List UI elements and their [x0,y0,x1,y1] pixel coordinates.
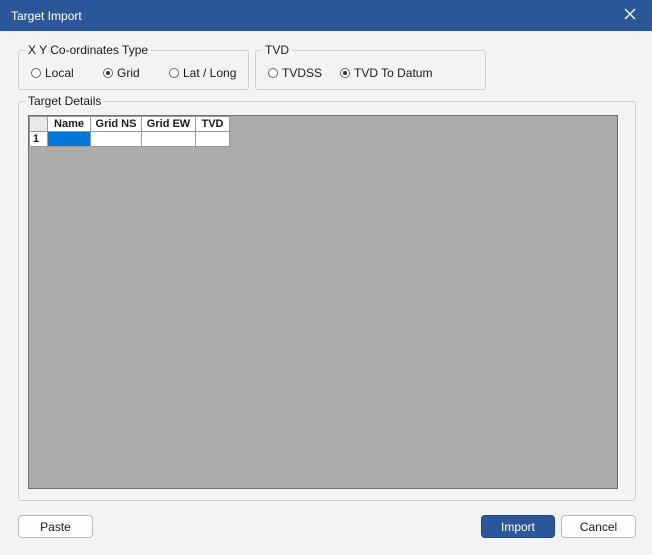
radio-local[interactable]: Local [31,66,74,80]
radio-grid[interactable]: Grid [103,66,140,80]
radio-tvdss[interactable]: TVDSS [268,66,322,80]
radio-lat-long-label: Lat / Long [183,66,237,80]
radio-tvdss-indicator [268,68,278,78]
paste-button[interactable]: Paste [18,515,93,538]
radio-tvd-to-datum-label: TVD To Datum [354,66,433,80]
radio-tvd-to-datum-indicator [340,68,350,78]
cell-grid-ns[interactable] [90,131,142,147]
row-header[interactable]: 1 [29,131,48,147]
tvd-legend: TVD [265,43,289,57]
table-header-row: Name Grid NS Grid EW TVD [29,116,230,132]
close-button[interactable] [608,0,652,31]
cancel-button[interactable]: Cancel [561,515,636,538]
window-title: Target Import [11,9,82,23]
target-grid[interactable]: Name Grid NS Grid EW TVD 1 [28,115,618,489]
xy-coordinates-type-legend: X Y Co-ordinates Type [28,43,149,57]
radio-local-indicator [31,68,41,78]
grid-corner-cell[interactable] [29,116,48,132]
radio-tvdss-label: TVDSS [282,66,323,80]
cell-grid-ew[interactable] [141,131,196,147]
radio-grid-indicator [103,68,113,78]
import-button[interactable]: Import [481,515,555,538]
cell-tvd[interactable] [195,131,230,147]
radio-lat-long[interactable]: Lat / Long [169,66,236,80]
column-header-grid-ns[interactable]: Grid NS [90,116,142,132]
close-icon [624,8,636,20]
target-table: Name Grid NS Grid EW TVD 1 [29,116,230,147]
radio-local-label: Local [45,66,74,80]
title-bar: Target Import [0,0,652,31]
column-header-grid-ew[interactable]: Grid EW [141,116,196,132]
cell-name[interactable] [47,131,91,147]
radio-lat-long-indicator [169,68,179,78]
column-header-name[interactable]: Name [47,116,91,132]
radio-grid-label: Grid [117,66,140,80]
table-row: 1 [29,131,230,147]
target-import-dialog: Target Import X Y Co-ordinates Type Loca… [0,0,652,555]
target-details-legend: Target Details [28,94,102,108]
radio-tvd-to-datum[interactable]: TVD To Datum [340,66,432,80]
column-header-tvd[interactable]: TVD [195,116,230,132]
